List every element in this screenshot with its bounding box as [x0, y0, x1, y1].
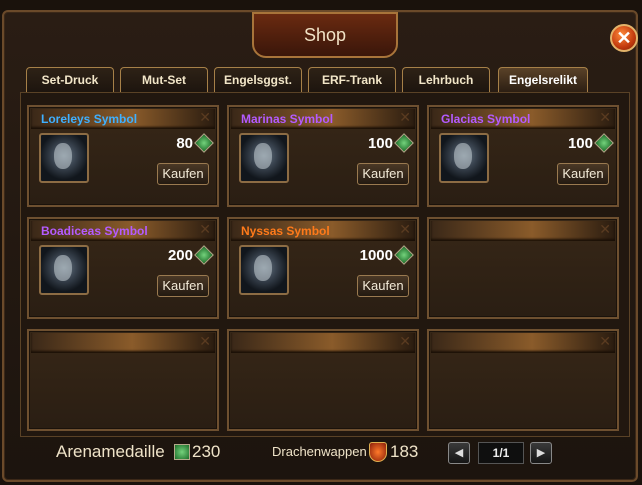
- item-portrait[interactable]: [439, 133, 489, 183]
- tab-engelsrelikt[interactable]: Engelsrelikt: [498, 67, 588, 93]
- shop-item: Nyssas Symbol ✕ 1000 Kaufen: [227, 217, 419, 319]
- buy-button[interactable]: Kaufen: [557, 163, 609, 185]
- item-price: 100: [367, 135, 393, 152]
- item-price: 80: [176, 135, 193, 152]
- shop-item: Glacias Symbol ✕ 100 Kaufen: [427, 105, 619, 207]
- arena-medal-icon: [174, 444, 190, 460]
- empty-slot: ✕: [427, 217, 619, 319]
- shop-window: Shop ✕ Set-Druck Mut-Set Engelsggst. ERF…: [2, 10, 638, 482]
- empty-slot: ✕: [427, 329, 619, 431]
- empty-slot: ✕: [227, 329, 419, 431]
- dragon-crest-icon: [369, 442, 387, 462]
- next-page-button[interactable]: ▶: [530, 442, 552, 464]
- tab-erf-trank[interactable]: ERF-Trank: [308, 67, 396, 93]
- green-gem-icon: [194, 245, 214, 265]
- slot-header: [431, 221, 615, 241]
- buy-button[interactable]: Kaufen: [157, 275, 209, 297]
- buy-button[interactable]: Kaufen: [157, 163, 209, 185]
- arena-medal-label: Arenamedaille: [56, 442, 165, 461]
- item-name: Boadiceas Symbol: [41, 224, 148, 238]
- arena-medal-value: 230: [192, 442, 221, 461]
- close-button[interactable]: ✕: [610, 24, 638, 52]
- item-name: Glacias Symbol: [441, 112, 531, 126]
- window-title: Shop: [252, 12, 398, 58]
- ornament-icon: ✕: [399, 109, 411, 125]
- tab-engelsggst[interactable]: Engelsggst.: [214, 67, 302, 93]
- ornament-icon: ✕: [599, 221, 611, 237]
- ornament-icon: ✕: [599, 109, 611, 125]
- ornament-icon: ✕: [399, 221, 411, 237]
- ornament-icon: ✕: [199, 221, 211, 237]
- item-name: Loreleys Symbol: [41, 112, 138, 126]
- ornament-icon: ✕: [199, 109, 211, 125]
- item-price: 100: [567, 135, 593, 152]
- tab-mut-set[interactable]: Mut-Set: [120, 67, 208, 93]
- prev-page-button[interactable]: ◀: [448, 442, 470, 464]
- item-portrait[interactable]: [239, 245, 289, 295]
- item-portrait[interactable]: [39, 245, 89, 295]
- green-gem-icon: [594, 133, 614, 153]
- shop-item: Loreleys Symbol ✕ 80 Kaufen: [27, 105, 219, 207]
- item-name: Marinas Symbol: [241, 112, 334, 126]
- ornament-icon: ✕: [199, 333, 211, 349]
- item-name: Nyssas Symbol: [241, 224, 330, 238]
- green-gem-icon: [194, 133, 214, 153]
- dragon-crest-label: Drachenwappen: [272, 444, 367, 459]
- shop-item: Marinas Symbol ✕ 100 Kaufen: [227, 105, 419, 207]
- buy-button[interactable]: Kaufen: [357, 275, 409, 297]
- shop-grid: Loreleys Symbol ✕ 80 Kaufen Marinas Symb…: [20, 92, 630, 437]
- buy-button[interactable]: Kaufen: [357, 163, 409, 185]
- ornament-icon: ✕: [399, 333, 411, 349]
- shop-item: Boadiceas Symbol ✕ 200 Kaufen: [27, 217, 219, 319]
- tab-lehrbuch[interactable]: Lehrbuch: [402, 67, 490, 93]
- page-indicator: 1/1: [478, 442, 524, 464]
- dragon-crest-value: 183: [390, 442, 419, 461]
- item-price: 200: [167, 247, 193, 264]
- tab-set-druck[interactable]: Set-Druck: [26, 67, 114, 93]
- item-portrait[interactable]: [39, 133, 89, 183]
- slot-header: [31, 333, 215, 353]
- empty-slot: ✕: [27, 329, 219, 431]
- item-portrait[interactable]: [239, 133, 289, 183]
- ornament-icon: ✕: [599, 333, 611, 349]
- slot-header: [431, 333, 615, 353]
- slot-header: [231, 333, 415, 353]
- item-price: 1000: [359, 247, 393, 264]
- green-gem-icon: [394, 245, 414, 265]
- green-gem-icon: [394, 133, 414, 153]
